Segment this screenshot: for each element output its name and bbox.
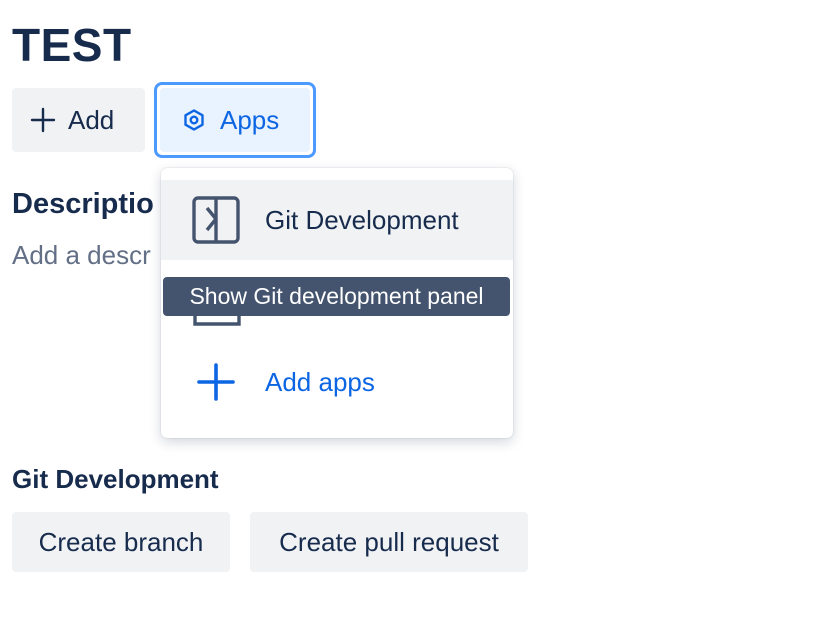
- add-button-label: Add: [68, 104, 115, 135]
- add-button[interactable]: Add: [12, 88, 145, 152]
- tooltip: Show Git development panel: [163, 277, 510, 316]
- git-development-heading: Git Development: [12, 464, 219, 494]
- create-branch-button[interactable]: Create branch: [12, 512, 230, 572]
- menu-item-add-apps[interactable]: Add apps: [161, 344, 513, 420]
- create-pull-request-button[interactable]: Create pull request: [250, 512, 528, 572]
- menu-item-git-development[interactable]: Git Development: [161, 180, 513, 260]
- description-heading: Descriptio: [12, 188, 154, 220]
- apps-hexagon-icon: [184, 109, 204, 131]
- apps-button-label: Apps: [220, 104, 280, 135]
- plus-icon: [197, 363, 235, 401]
- page-title: TEST: [12, 19, 132, 71]
- git-development-icon: [192, 196, 240, 244]
- plus-icon: [30, 107, 56, 133]
- menu-item-git-development-label: Git Development: [265, 204, 459, 235]
- menu-item-add-apps-label: Add apps: [265, 366, 375, 397]
- description-placeholder[interactable]: Add a descr: [12, 240, 151, 271]
- apps-button[interactable]: Apps: [160, 88, 310, 152]
- issue-page: TEST Add Apps Descriptio Add a descr Git…: [0, 0, 828, 636]
